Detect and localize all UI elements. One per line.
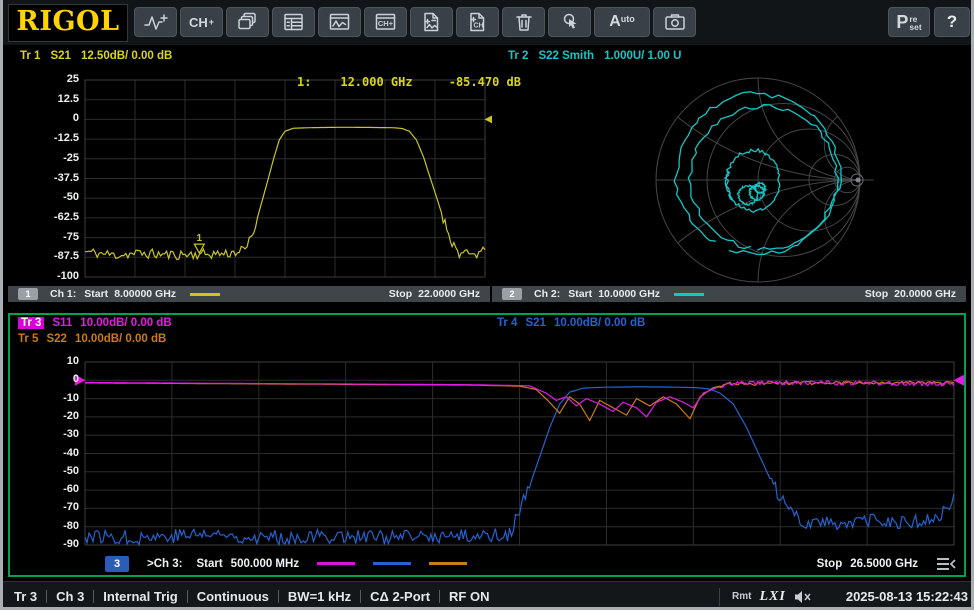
lxi-indicator: LXI	[760, 589, 786, 605]
ch1-stop-label: Stop	[389, 288, 412, 300]
ch1-badge[interactable]: 1	[18, 288, 38, 300]
trash-icon	[513, 11, 535, 33]
screenshot-button[interactable]	[653, 7, 696, 37]
remote-indicator: Rmt	[732, 591, 751, 602]
speaker-muted-icon[interactable]	[794, 590, 814, 604]
ch2-start-label: Start	[568, 288, 592, 300]
window-ch2-smith[interactable]: Tr 2S22 Smith1.000U/ 1.00 U 2 Ch 2: Star…	[492, 47, 966, 302]
preset-button[interactable]: P reset	[888, 7, 930, 37]
ch2-label: Ch 2:	[534, 288, 560, 300]
status-rf-state[interactable]: RF ON	[449, 589, 489, 604]
marker1-readout: 1: 12.000 GHz -85.470 dB	[297, 75, 521, 89]
ch2-badge[interactable]: 2	[502, 288, 522, 300]
channel-window-button[interactable]: CH+	[364, 7, 407, 37]
ch2-smith-chart	[492, 47, 966, 286]
trace2-label[interactable]: Tr 2S22 Smith1.000U/ 1.00 U	[508, 50, 681, 62]
ch1-footer: 1 Ch 1: Start 8.00000 GHz Stop 22.0000 G…	[8, 286, 490, 302]
auto-scale-button[interactable]: Auto	[594, 7, 650, 37]
window-layout-button[interactable]	[226, 7, 269, 37]
ch3-chart	[10, 315, 964, 553]
toolbar: RIGOL CH+	[0, 0, 974, 45]
status-right-block: Rmt LXI 2025-08-13 15:22:43	[719, 582, 968, 610]
file-channel-icon: CH	[466, 11, 490, 33]
status-active-channel[interactable]: Ch 3	[56, 589, 84, 604]
ch1-start-value: 8.00000 GHz	[114, 288, 176, 300]
file-channel-label: CH	[473, 23, 483, 30]
trace1-color-swatch	[190, 293, 220, 296]
rigol-logo: RIGOL	[8, 4, 128, 42]
status-bar: Tr 3 Ch 3 Internal Trig Continuous BW=1 …	[0, 581, 974, 610]
auto-label: A	[609, 13, 621, 31]
trace4-color-swatch	[373, 562, 411, 565]
status-cal-state[interactable]: CΔ 2-Port	[370, 589, 430, 604]
trace3-label[interactable]: Tr 3S1110.00dB/ 0.00 dB	[18, 317, 172, 329]
ch3-badge[interactable]: 3	[105, 556, 129, 572]
trace5-color-swatch	[429, 562, 467, 565]
status-trigger-source[interactable]: Internal Trig	[103, 589, 177, 604]
menu-expand-icon[interactable]	[934, 556, 958, 572]
window-channel-icon: CH+	[374, 11, 398, 33]
help-icon: ?	[947, 12, 957, 32]
window-ch1-trace1[interactable]: 1 2512.50-12.5-25-37.5-50-62.5-75-87.5-1…	[8, 47, 490, 302]
window-ch3-active[interactable]: 100-10-20-30-40-50-60-70-80-90 Tr 3S1110…	[8, 313, 966, 577]
ch1-start-label: Start	[84, 288, 108, 300]
window-trace-icon	[328, 11, 352, 33]
trace2-color-swatch	[674, 293, 704, 296]
save-channel-button[interactable]: CH	[456, 7, 499, 37]
status-sweep-mode[interactable]: Continuous	[197, 589, 269, 604]
ch2-start-value: 10.0000 GHz	[598, 288, 660, 300]
ch2-stop-value: 20.0000 GHz	[894, 288, 956, 300]
toolbar-right: P reset ?	[888, 7, 970, 37]
status-if-bandwidth[interactable]: BW=1 kHz	[288, 589, 351, 604]
measurement-setup-button[interactable]	[272, 7, 315, 37]
ch1-label: Ch 1:	[50, 288, 76, 300]
status-active-trace[interactable]: Tr 3	[14, 589, 37, 604]
touch-button[interactable]	[548, 7, 591, 37]
toolbar-buttons: CH+ CH+	[134, 7, 696, 37]
window-channel-label: CH+	[377, 19, 393, 28]
setup-table-icon	[282, 11, 306, 33]
stacked-windows-icon	[236, 11, 260, 33]
ch3-footer: 3 >Ch 3: Start 500.000 MHz Stop 26.5000 …	[10, 552, 964, 575]
preset-label: P	[896, 12, 908, 33]
file-trace-icon	[420, 11, 444, 33]
camera-icon	[663, 11, 687, 33]
ch1-stop-value: 22.0000 GHz	[418, 288, 480, 300]
ch2-stop-label: Stop	[865, 288, 888, 300]
touch-icon	[558, 11, 582, 33]
ch3-start-label: Start	[196, 558, 222, 570]
vna-screen: RIGOL CH+	[0, 0, 974, 610]
save-trace-button[interactable]	[410, 7, 453, 37]
ch3-label: >Ch 3:	[147, 558, 182, 570]
delete-button[interactable]	[502, 7, 545, 37]
trace3-active-tag: Tr 3	[18, 317, 44, 329]
ch3-stop-value: 26.5000 GHz	[850, 558, 918, 570]
trace-add-button[interactable]	[134, 7, 177, 37]
trace4-label[interactable]: Tr 4S2110.00dB/ 0.00 dB	[497, 317, 645, 329]
ch2-footer: 2 Ch 2: Start 10.0000 GHz Stop 20.0000 G…	[492, 286, 966, 302]
ch3-start-value: 500.000 MHz	[231, 558, 299, 570]
trace1-label[interactable]: Tr 1S2112.50dB/ 0.00 dB	[20, 50, 172, 62]
trace5-label[interactable]: Tr 5S2210.00dB/ 0.00 dB	[18, 333, 166, 345]
help-button[interactable]: ?	[934, 7, 970, 37]
channel-add-label: CH	[189, 15, 208, 30]
svg-text:1: 1	[197, 233, 203, 244]
trace-window-button[interactable]	[318, 7, 361, 37]
trace3-color-swatch	[317, 562, 355, 565]
channel-add-button[interactable]: CH+	[180, 7, 223, 37]
plus-icon: +	[209, 17, 214, 27]
trace-add-icon	[143, 11, 169, 33]
system-datetime: 2025-08-13 15:22:43	[846, 589, 968, 604]
ch3-stop-label: Stop	[817, 558, 843, 570]
